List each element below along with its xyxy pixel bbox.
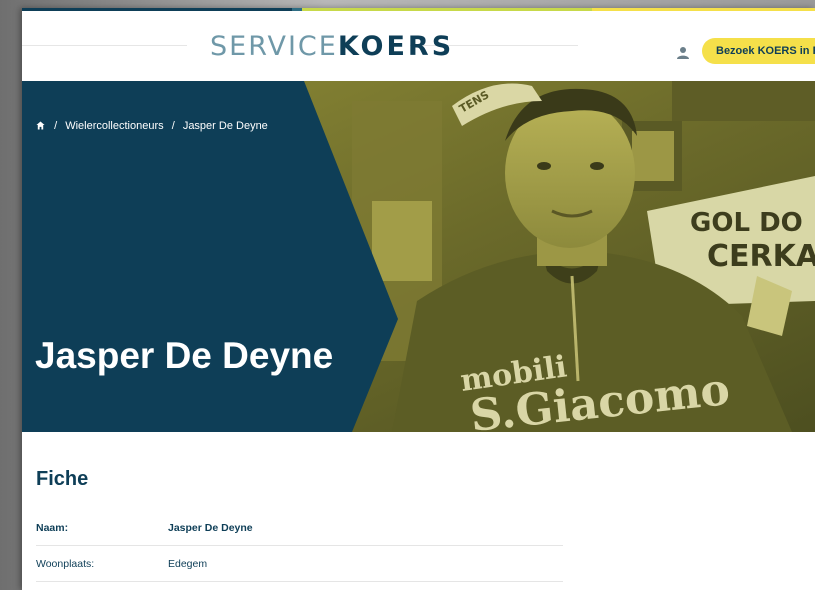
fiche-value: Jasper De Deyne	[168, 522, 253, 534]
breadcrumb-separator: /	[54, 120, 58, 132]
hero-banner: GOL DO CERKA TENS mobili S.Giacomo / Wie…	[22, 81, 815, 432]
site-header: SERVICEKOERS Bezoek KOERS in Ro	[22, 11, 815, 81]
home-icon[interactable]	[36, 121, 45, 130]
fiche-row-woonplaats: Woonplaats: Edegem	[36, 546, 563, 582]
banner-text-2: CERKA	[707, 239, 815, 274]
breadcrumb-link-wielercollectioneurs[interactable]: Wielercollectioneurs	[65, 120, 163, 132]
site-logo[interactable]: SERVICEKOERS	[210, 31, 454, 63]
hero-navy-panel	[22, 81, 398, 432]
web-page: SERVICEKOERS Bezoek KOERS in Ro	[22, 8, 815, 590]
fiche-label: Woonplaats:	[36, 558, 95, 570]
banner-text-1: GOL DO	[690, 208, 803, 238]
header-divider-left	[22, 45, 187, 46]
breadcrumb: / Wielercollectioneurs / Jasper De Deyne	[36, 120, 273, 132]
logo-part-koers: KOERS	[337, 31, 455, 62]
fiche-heading: Fiche	[36, 468, 89, 490]
breadcrumb-separator: /	[171, 120, 175, 132]
breadcrumb-current: Jasper De Deyne	[182, 120, 268, 132]
user-icon[interactable]	[676, 46, 690, 60]
logo-part-service: SERVICE	[210, 31, 338, 62]
visit-koers-button[interactable]: Bezoek KOERS in Ro	[702, 38, 815, 64]
fiche-value: Edegem	[168, 558, 208, 570]
page-title: Jasper De Deyne	[35, 335, 334, 376]
fiche-label: Naam:	[36, 522, 69, 534]
fiche-row-naam: Naam: Jasper De Deyne	[36, 510, 563, 546]
